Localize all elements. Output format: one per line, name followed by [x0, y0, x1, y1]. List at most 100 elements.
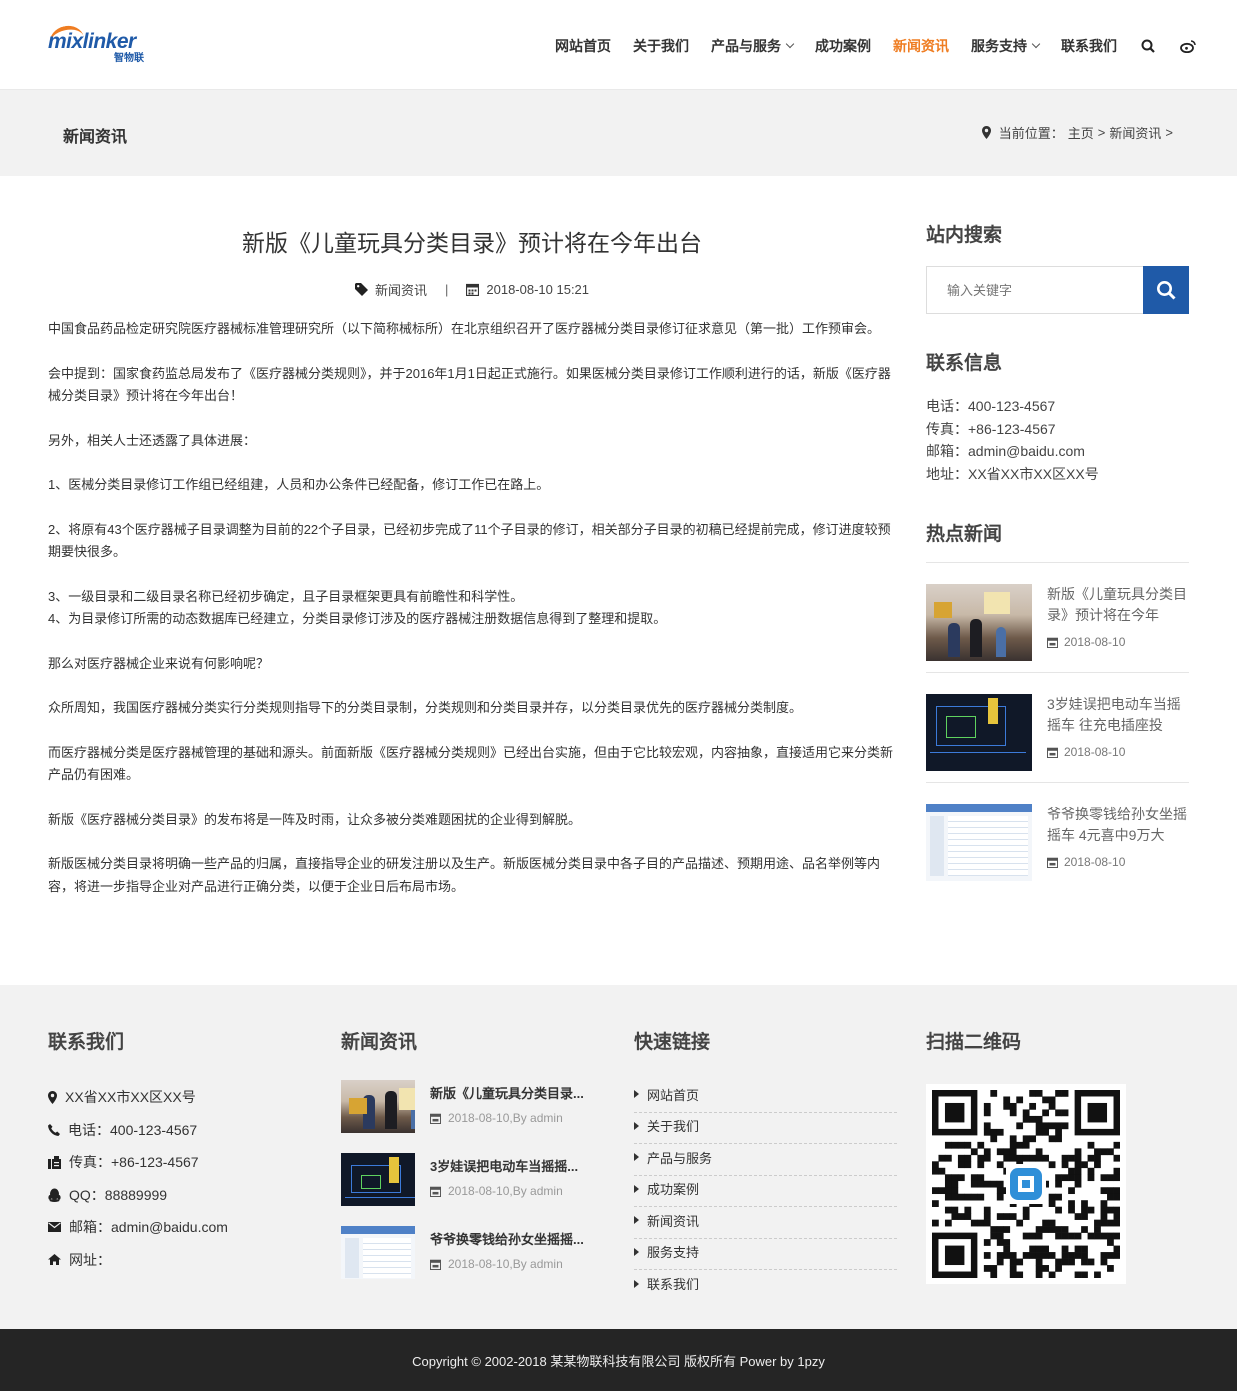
footer-fax-text: 传真：+86-123-4567	[69, 1154, 199, 1171]
hot-news-date-label: 2018-08-10	[1064, 635, 1126, 649]
footer-news-item[interactable]: 3岁娃误把电动车当摇摇... 2018-08-10,By admin	[341, 1153, 605, 1226]
footer-news-meta: 2018-08-10,By admin	[430, 1184, 605, 1198]
news-thumbnail[interactable]	[926, 804, 1032, 881]
news-thumbnail[interactable]	[926, 584, 1032, 661]
search-icon[interactable]	[1139, 37, 1157, 55]
footer-link-label: 服务支持	[647, 1245, 700, 1261]
calendar-icon	[430, 1113, 441, 1124]
footer-news-meta-text: 2018-08-10,By admin	[448, 1184, 563, 1198]
footer-contact-title: 联系我们	[48, 1032, 125, 1053]
nav-item-contact[interactable]: 联系我们	[1061, 36, 1117, 56]
sidebar-search	[926, 266, 1189, 314]
search-button[interactable]	[1143, 266, 1189, 314]
news-thumbnail[interactable]	[341, 1226, 415, 1279]
footer-address-text: XX省XX市XX区XX号	[65, 1089, 196, 1106]
sidebar-contact-info: 电话：400-123-4567 传真：+86-123-4567 邮箱：admin…	[926, 395, 1189, 485]
calendar-icon	[430, 1259, 441, 1270]
tag-icon	[354, 283, 368, 296]
nav-item-news[interactable]: 新闻资讯	[893, 36, 949, 56]
footer-link-products[interactable]: 产品与服务	[634, 1144, 897, 1176]
footer-links-title: 快速链接	[634, 1032, 711, 1053]
nav-item-about[interactable]: 关于我们	[633, 36, 689, 56]
calendar-icon	[1047, 747, 1058, 758]
footer-link-label: 联系我们	[647, 1277, 700, 1293]
footer-link-label: 新闻资讯	[647, 1213, 700, 1229]
footer-link-label: 网站首页	[647, 1087, 700, 1103]
page-banner: 新闻资讯 当前位置： 主页 > 新闻资讯 >	[0, 90, 1237, 176]
weibo-icon[interactable]	[1179, 37, 1197, 55]
breadcrumb-home-link[interactable]: 主页	[1068, 126, 1094, 141]
footer-news-item[interactable]: 新版《儿童玩具分类目录... 2018-08-10,By admin	[341, 1080, 605, 1153]
sidebar-contact-title: 联系信息	[926, 353, 1003, 374]
nav-item-cases[interactable]: 成功案例	[815, 36, 871, 56]
chevron-down-icon	[785, 39, 795, 49]
calendar-icon	[430, 1186, 441, 1197]
page-title: 新闻资讯	[63, 129, 128, 146]
hot-news-title[interactable]: 新版《儿童玩具分类目录》预计将在今年	[1047, 584, 1189, 626]
article-paragraph: 1、医械分类目录修订工作组已经组建，人员和办公条件已经配备，修订工作已在路上。	[48, 477, 550, 492]
nav-item-support[interactable]: 服务支持	[971, 36, 1041, 56]
article-meta: 新闻资讯 | 2018-08-10 15:21	[48, 280, 896, 299]
article-title: 新版《儿童玩具分类目录》预计将在今年出台	[242, 230, 702, 256]
breadcrumb-separator: >	[1097, 125, 1106, 140]
article-paragraph: 新版医械分类目录将明确一些产品的归属，直接指导企业的研发注册以及生产。新版医械分…	[48, 856, 881, 894]
hot-news-date-label: 2018-08-10	[1064, 855, 1126, 869]
nav-label: 网站首页	[555, 38, 611, 54]
search-input[interactable]	[926, 266, 1143, 314]
footer-contact: 联系我们 XX省XX市XX区XX号 电话：400-123-4567 传真：+86…	[48, 1027, 228, 1276]
copyright-bar: Copyright © 2002-2018 某某物联科技有限公司 版权所有 Po…	[0, 1329, 1237, 1391]
caret-right-icon	[634, 1247, 639, 1256]
article-date: 2018-08-10 15:21	[466, 282, 589, 297]
footer-link-contact[interactable]: 联系我们	[634, 1270, 897, 1302]
nav-label: 关于我们	[633, 38, 689, 54]
breadcrumb-news-link[interactable]: 新闻资讯	[1109, 126, 1161, 141]
news-thumbnail[interactable]	[341, 1153, 415, 1206]
footer-news-title-link[interactable]: 爷爷换零钱给孙女坐摇摇...	[430, 1229, 605, 1248]
footer-news-item[interactable]: 爷爷换零钱给孙女坐摇摇... 2018-08-10,By admin	[341, 1226, 605, 1299]
article-date-label: 2018-08-10 15:21	[486, 282, 590, 297]
article-paragraph: 那么对医疗器械企业来说有何影响呢？	[48, 655, 270, 671]
hot-news-item[interactable]: 3岁娃误把电动车当摇摇车 往充电插座投 2018-08-10	[926, 673, 1189, 783]
footer-link-about[interactable]: 关于我们	[634, 1113, 897, 1144]
footer-news-title: 新闻资讯	[341, 1032, 418, 1053]
hot-news-item[interactable]: 新版《儿童玩具分类目录》预计将在今年 2018-08-10	[926, 563, 1189, 673]
nav-item-home[interactable]: 网站首页	[555, 36, 611, 56]
qq-icon	[48, 1188, 61, 1202]
site-logo[interactable]: mixlinker 智物联	[47, 22, 158, 64]
footer-link-news[interactable]: 新闻资讯	[634, 1207, 897, 1239]
hot-news-list: 新版《儿童玩具分类目录》预计将在今年 2018-08-10 3岁娃误把电动车当摇…	[926, 562, 1189, 893]
footer-link-home[interactable]: 网站首页	[634, 1081, 897, 1113]
footer-news-title-link[interactable]: 3岁娃误把电动车当摇摇...	[430, 1156, 605, 1175]
hot-news-date: 2018-08-10	[1047, 745, 1189, 759]
news-thumbnail[interactable]	[341, 1080, 415, 1133]
footer-news-title-link[interactable]: 新版《儿童玩具分类目录...	[430, 1083, 605, 1102]
hot-news-title[interactable]: 爷爷换零钱给孙女坐摇摇车 4元喜中9万大	[1047, 804, 1189, 846]
map-marker-icon	[981, 126, 991, 139]
site-header: mixlinker 智物联 网站首页 关于我们 产品与服务 成功案例 新闻资讯 …	[0, 0, 1237, 90]
article-paragraph: 2、将原有43个医疗器械子目录调整为目前的22个子目录，已经初步完成了11个子目…	[48, 521, 891, 560]
nav-label: 联系我们	[1061, 38, 1117, 54]
footer-link-label: 关于我们	[647, 1119, 700, 1135]
footer-email: 邮箱：admin@baidu.com	[48, 1211, 228, 1244]
qr-code-image	[926, 1084, 1126, 1284]
calendar-icon	[1047, 637, 1058, 648]
calendar-icon	[466, 283, 480, 296]
news-thumbnail[interactable]	[926, 694, 1032, 771]
hot-news-item[interactable]: 爷爷换零钱给孙女坐摇摇车 4元喜中9万大 2018-08-10	[926, 783, 1189, 893]
nav-label: 服务支持	[971, 38, 1027, 54]
nav-label: 产品与服务	[711, 38, 781, 54]
footer-link-cases[interactable]: 成功案例	[634, 1176, 897, 1207]
article-category[interactable]: 新闻资讯	[354, 280, 427, 299]
footer-link-support[interactable]: 服务支持	[634, 1239, 897, 1270]
nav-item-products[interactable]: 产品与服务	[711, 36, 795, 56]
envelope-icon	[48, 1222, 61, 1233]
footer-phone: 电话：400-123-4567	[48, 1114, 228, 1147]
footer-website-text: 网址：	[69, 1251, 111, 1268]
hot-news-title[interactable]: 3岁娃误把电动车当摇摇车 往充电插座投	[1047, 694, 1189, 736]
caret-right-icon	[634, 1153, 639, 1162]
footer-links: 快速链接 网站首页 关于我们 产品与服务 成功案例 新闻资讯 服务支持 联系我们	[634, 1027, 897, 1302]
article-paragraph: 4、为目录修订所需的动态数据库已经建立，分类目录修订涉及的医疗器械注册数据信息得…	[48, 611, 667, 626]
article-paragraph: 众所周知，我国医疗器械分类实行分类规则指导下的分类目录制，分类规则和分类目录并存…	[48, 700, 803, 715]
article-paragraph: 3、一级目录和二级目录名称已经初步确定，且子目录框架更具有前瞻性和科学性。	[48, 588, 524, 604]
nav-label: 成功案例	[815, 38, 871, 54]
